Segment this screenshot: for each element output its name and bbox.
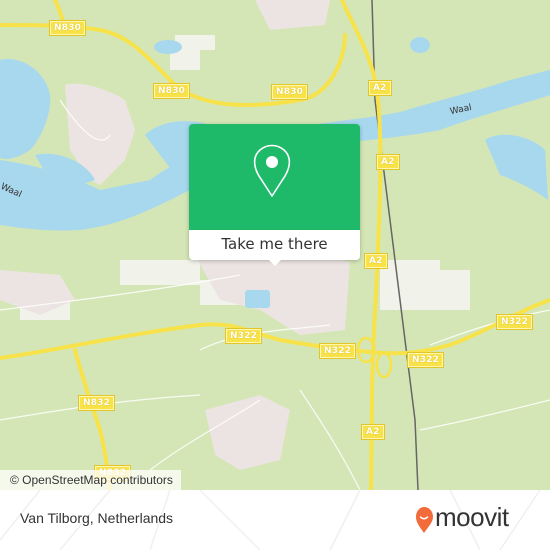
road-label-a2: A2 — [364, 253, 388, 269]
road-label-n830: N830 — [270, 84, 309, 100]
road-label-a2: A2 — [368, 80, 392, 96]
road-label-n830: N830 — [152, 83, 191, 99]
place-name: Van Tilborg, Netherlands — [20, 510, 174, 526]
location-pin-icon — [253, 144, 291, 197]
popup-pointer — [267, 258, 283, 266]
moovit-pin-icon — [416, 507, 433, 533]
road-label-n322: N322 — [406, 352, 445, 368]
road-label-n322: N322 — [224, 328, 263, 344]
road-label-a2: A2 — [376, 154, 400, 170]
road-label-n322: N322 — [318, 343, 357, 359]
road-label-n832: N832 — [77, 395, 116, 411]
road-label-n830: N830 — [48, 20, 87, 36]
popup-header[interactable] — [189, 124, 360, 230]
road-label-a2: A2 — [361, 424, 385, 440]
location-popup[interactable]: Take me there — [189, 124, 360, 266]
take-me-there-button[interactable]: Take me there — [189, 230, 360, 260]
footer-bar: Van Tilborg, Netherlands moovit — [0, 490, 550, 550]
road-label-n322: N322 — [495, 314, 534, 330]
map-attribution[interactable]: © OpenStreetMap contributors — [0, 470, 181, 490]
brand-name: moovit — [435, 502, 509, 532]
